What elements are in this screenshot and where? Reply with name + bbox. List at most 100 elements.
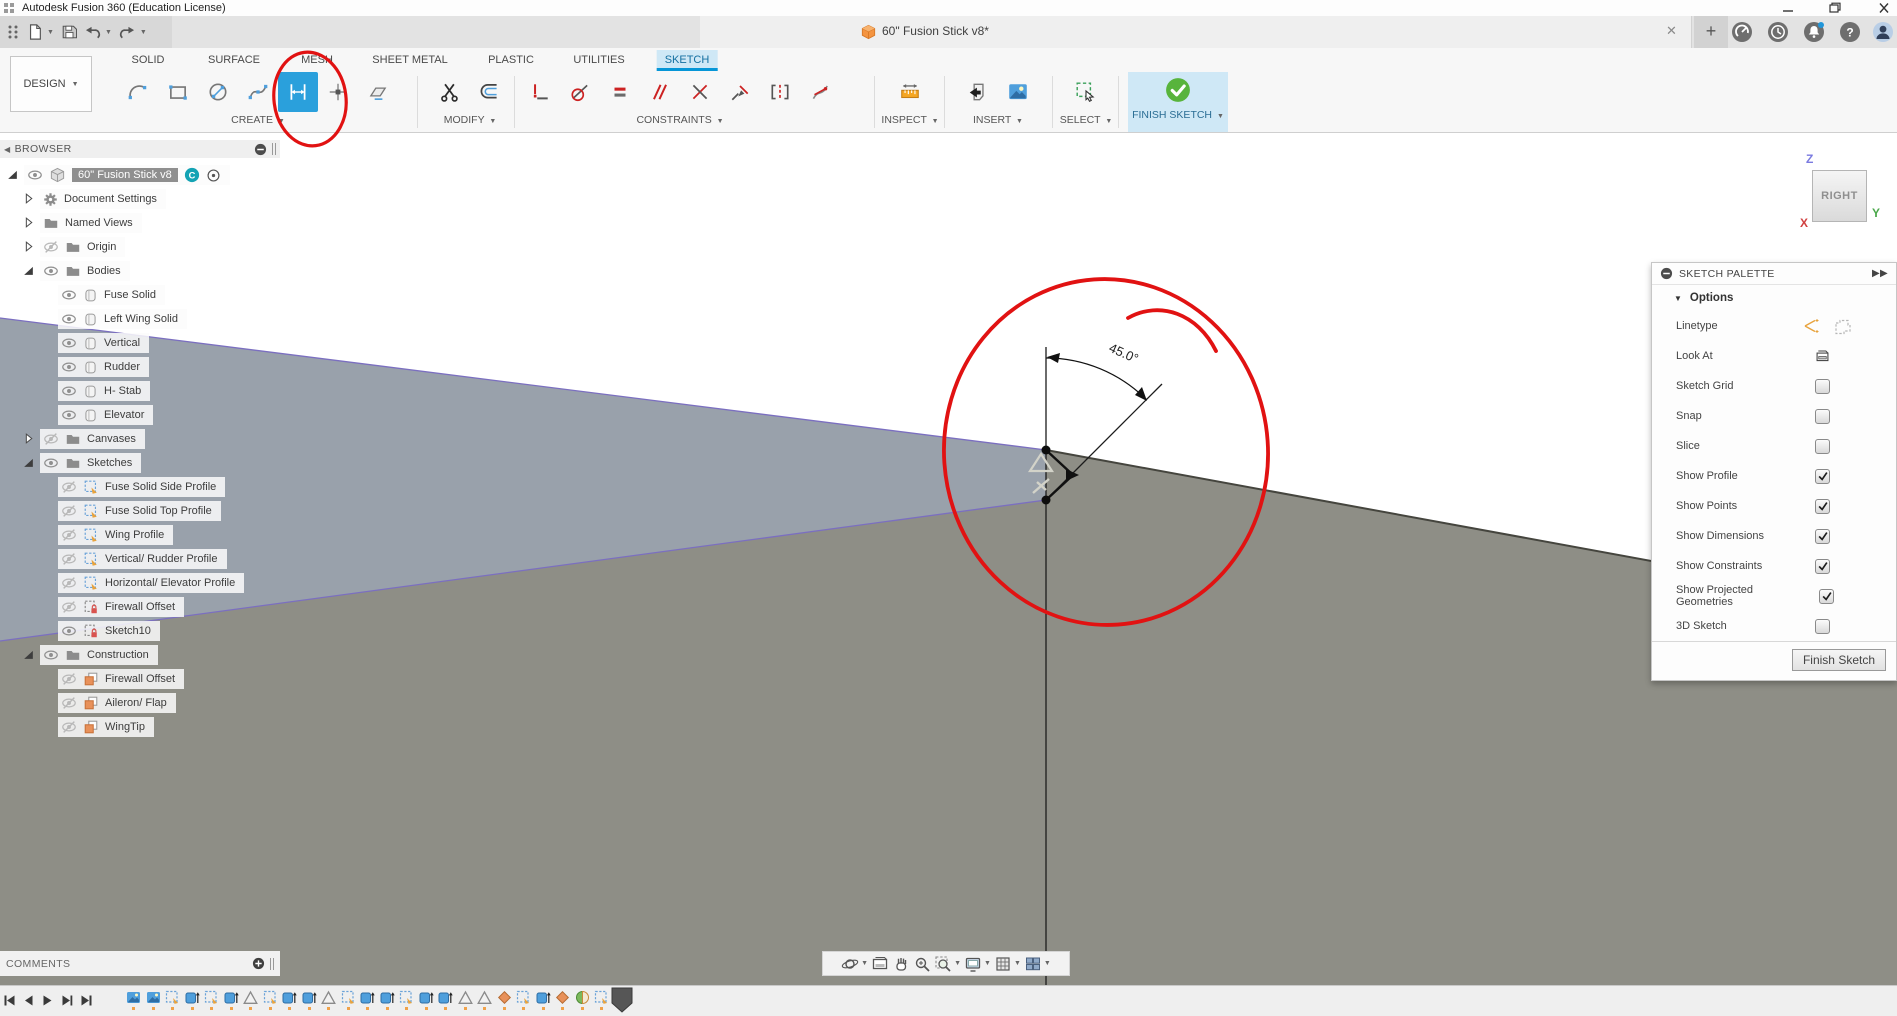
- browser-row-construction[interactable]: Construction: [0, 643, 420, 667]
- expandse-tree-icon[interactable]: [22, 216, 35, 229]
- expandse-tree-icon[interactable]: [22, 240, 35, 253]
- browser-panel-header[interactable]: ◀ BROWSER: [0, 140, 280, 158]
- undo-button[interactable]: ▼: [84, 25, 112, 40]
- panel-resize-handle[interactable]: [272, 143, 276, 155]
- tool-project[interactable]: [358, 72, 398, 112]
- orbit-icon[interactable]: ▼: [841, 955, 868, 973]
- tool-insert-mesh[interactable]: [958, 72, 998, 112]
- timeline-feature-canvas[interactable]: [146, 990, 161, 1010]
- look-at-icon[interactable]: [871, 955, 889, 973]
- tool-three-point-arc[interactable]: [118, 72, 158, 112]
- timeline-feature-extrude[interactable]: [419, 990, 434, 1010]
- comments-bar[interactable]: COMMENTS: [0, 951, 280, 976]
- step-forward-button[interactable]: [60, 994, 73, 1007]
- timeline-feature-mirror[interactable]: [243, 990, 258, 1010]
- timeline-feature-extrude[interactable]: [536, 990, 551, 1010]
- timeline-feature-canvas[interactable]: [126, 990, 141, 1010]
- timeline-feature-sketch[interactable]: [399, 990, 414, 1010]
- step-back-button[interactable]: [22, 994, 35, 1007]
- display-settings-icon[interactable]: ▼: [964, 955, 991, 973]
- eye-icon[interactable]: [43, 263, 59, 279]
- grid-display-icon[interactable]: ▼: [994, 955, 1021, 973]
- sketch-palette-header[interactable]: SKETCH PALETTE ▶▶: [1652, 263, 1896, 285]
- tool-symmetry[interactable]: [760, 72, 800, 112]
- browser-row-document-settings[interactable]: Document Settings: [0, 187, 420, 211]
- browser-row-canvases[interactable]: Canvases: [0, 427, 420, 451]
- timeline-feature-extrude[interactable]: [360, 990, 375, 1010]
- tool-circle-diameter[interactable]: [198, 72, 238, 112]
- palette-option-snap[interactable]: Snap: [1652, 401, 1896, 431]
- browser-row-firewall-offset[interactable]: Firewall Offset: [0, 667, 420, 691]
- checkbox[interactable]: [1819, 589, 1834, 604]
- group-label-constraints[interactable]: CONSTRAINTS ▼: [636, 114, 723, 126]
- group-label-inspect[interactable]: INSPECT ▼: [881, 114, 938, 126]
- tool-offset[interactable]: [470, 72, 510, 112]
- browser-row-fuse-solid-top-profile[interactable]: Fuse Solid Top Profile: [0, 499, 420, 523]
- palette-option-linetype[interactable]: Linetype: [1652, 311, 1896, 341]
- projected-linetype-icon[interactable]: [1832, 317, 1852, 335]
- timeline-feature-sketch[interactable]: [516, 990, 531, 1010]
- eye-icon[interactable]: [43, 647, 59, 663]
- browser-row-vertical[interactable]: Vertical: [0, 331, 420, 355]
- ribbon-tab-solid[interactable]: SOLID: [123, 50, 172, 71]
- close-tab-icon[interactable]: ✕: [1666, 23, 1677, 39]
- timeline-feature-extrude[interactable]: [380, 990, 395, 1010]
- collapse-tree-icon[interactable]: [22, 264, 35, 277]
- timeline-feature-sketch[interactable]: [594, 990, 609, 1010]
- timeline-feature-mirror[interactable]: [458, 990, 473, 1010]
- notifications-icon[interactable]: [1803, 21, 1825, 43]
- tool-fit-point-spline[interactable]: [238, 72, 278, 112]
- skip-to-end-button[interactable]: [79, 994, 92, 1007]
- ribbon-tab-plastic[interactable]: PLASTIC: [480, 50, 542, 71]
- browser-row-rudder[interactable]: Rudder: [0, 355, 420, 379]
- checkbox[interactable]: [1815, 469, 1830, 484]
- checkbox[interactable]: [1815, 559, 1830, 574]
- palette-option-show-dimensions[interactable]: Show Dimensions: [1652, 521, 1896, 551]
- palette-option-3d-sketch[interactable]: 3D Sketch: [1652, 611, 1896, 641]
- viewports-icon[interactable]: ▼: [1024, 955, 1051, 973]
- eye-off-icon[interactable]: [61, 503, 77, 519]
- checkbox[interactable]: [1815, 529, 1830, 544]
- palette-option-look-at[interactable]: Look At: [1652, 341, 1896, 371]
- eye-off-icon[interactable]: [43, 239, 59, 255]
- sketch-point-bottom[interactable]: [1042, 496, 1051, 505]
- browser-row-fuse-solid-side-profile[interactable]: Fuse Solid Side Profile: [0, 475, 420, 499]
- group-label-modify[interactable]: MODIFY ▼: [444, 114, 497, 126]
- browser-row-left-wing-solid[interactable]: Left Wing Solid: [0, 307, 420, 331]
- browser-row-wing-profile[interactable]: Wing Profile: [0, 523, 420, 547]
- checkbox[interactable]: [1815, 439, 1830, 454]
- zoom-icon[interactable]: [913, 955, 931, 973]
- job-status-icon[interactable]: [1767, 21, 1789, 43]
- browser-row-aileron-flap[interactable]: Aileron/ Flap: [0, 691, 420, 715]
- panel-resize-handle[interactable]: [270, 958, 274, 970]
- save-button[interactable]: [61, 24, 77, 40]
- eye-icon[interactable]: [61, 287, 77, 303]
- document-tab[interactable]: 60" Fusion Stick v8* ✕: [700, 16, 1692, 48]
- eye-off-icon[interactable]: [43, 431, 59, 447]
- tool-curvature[interactable]: [800, 72, 840, 112]
- checkbox[interactable]: [1815, 499, 1830, 514]
- palette-option-show-projected-geometries[interactable]: Show Projected Geometries: [1652, 581, 1896, 611]
- target-icon[interactable]: [206, 168, 221, 183]
- timeline-feature-sketch[interactable]: [165, 990, 180, 1010]
- minimize-button[interactable]: [1778, 2, 1798, 14]
- skip-to-start-button[interactable]: [3, 994, 16, 1007]
- browser-row-wingtip[interactable]: WingTip: [0, 715, 420, 739]
- eye-icon[interactable]: [61, 359, 77, 375]
- tool-perpendicular[interactable]: [680, 72, 720, 112]
- checkbox[interactable]: [1815, 619, 1830, 634]
- timeline-feature-extrude[interactable]: [282, 990, 297, 1010]
- app-menu-button[interactable]: [6, 24, 20, 40]
- group-label-select[interactable]: SELECT ▼: [1060, 114, 1113, 126]
- palette-option-slice[interactable]: Slice: [1652, 431, 1896, 461]
- browser-row-elevator[interactable]: Elevator: [0, 403, 420, 427]
- cloud-c-icon[interactable]: C: [184, 167, 200, 183]
- tool-two-point-rectangle[interactable]: [158, 72, 198, 112]
- eye-off-icon[interactable]: [61, 551, 77, 567]
- timeline-feature-mirror[interactable]: [477, 990, 492, 1010]
- tool-horizontal-vertical[interactable]: [520, 72, 560, 112]
- tool-tangent[interactable]: [560, 72, 600, 112]
- browser-row-sketches[interactable]: Sketches: [0, 451, 420, 475]
- palette-option-show-profile[interactable]: Show Profile: [1652, 461, 1896, 491]
- workspace-switcher[interactable]: DESIGN▼: [10, 56, 92, 112]
